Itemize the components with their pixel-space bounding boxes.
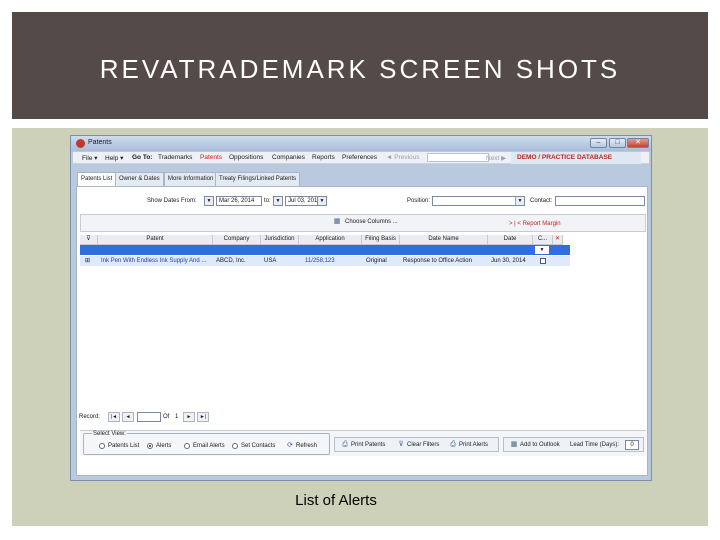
contact-select[interactable]: [555, 196, 645, 206]
col-header-application[interactable]: Application: [299, 235, 362, 245]
minimize-button[interactable]: –: [590, 138, 607, 148]
print-alerts-button[interactable]: Print Alerts: [459, 442, 488, 448]
calendar-icon: ▦: [510, 441, 518, 448]
chevron-down-icon: ▼: [515, 197, 524, 205]
cell-filing-basis: Original: [366, 258, 387, 264]
contact-label: Contact:: [530, 198, 553, 204]
print-patents-button[interactable]: Print Patents: [351, 442, 385, 448]
next-record-button[interactable]: ►: [183, 412, 195, 422]
slide-caption: List of Alerts: [295, 492, 377, 509]
col-header-jurisdiction[interactable]: Jurisdiction: [261, 235, 299, 245]
menu-file[interactable]: File ▾: [82, 154, 98, 162]
cell-application[interactable]: 11/258,123: [305, 256, 360, 266]
radio-set-contacts-label[interactable]: Set Contacts: [241, 443, 275, 449]
col-header-patent[interactable]: Patent: [98, 235, 213, 245]
select-view-group: Select View: Patents List Alerts Email A…: [83, 431, 330, 455]
expand-icon[interactable]: ⊞: [85, 256, 93, 266]
tab-owner-dates[interactable]: Owner & Dates: [115, 172, 164, 186]
to-date-left-button[interactable]: ▼: [273, 196, 283, 206]
row-checkbox[interactable]: [540, 258, 546, 264]
tab-more-information[interactable]: More Information: [164, 172, 218, 186]
record-of-label: Of: [163, 414, 170, 420]
tab-treaty-filings[interactable]: Treaty Filings/Linked Patents: [215, 172, 301, 186]
menu-trademarks[interactable]: Trademarks: [158, 154, 192, 161]
cell-date: Jun 30, 2014: [491, 258, 526, 264]
filter-row[interactable]: ▼: [80, 245, 570, 255]
refresh-icon: ⟳: [287, 442, 293, 449]
menu-next[interactable]: Next ▶: [486, 154, 506, 162]
close-button[interactable]: ✕: [627, 138, 649, 148]
radio-alerts[interactable]: [147, 443, 153, 449]
col-header-date-name[interactable]: Date Name: [400, 235, 488, 245]
refresh-button[interactable]: Refresh: [296, 443, 317, 449]
col-header-c[interactable]: C...: [533, 235, 553, 245]
to-date-dropdown[interactable]: ▼: [317, 196, 327, 206]
maximize-button[interactable]: □: [609, 138, 626, 148]
filter-icon-header[interactable]: ⊽: [80, 235, 98, 245]
show-dates-from-label: Show Dates From:: [147, 198, 197, 204]
print-actions-group: ⎙ Print Patents ⊽ Clear Filters ⎙ Print …: [334, 437, 499, 452]
menu-oppositions[interactable]: Oppositions: [229, 154, 263, 161]
print-alerts-icon: ⎙: [450, 441, 456, 448]
record-label: Record:: [79, 414, 101, 420]
menu-previous[interactable]: ◄ Previous: [386, 154, 420, 161]
from-date-dropdown[interactable]: ▼: [204, 196, 214, 206]
tab-patents-list[interactable]: Patents List: [77, 172, 117, 186]
slide-title: REVATRADEMARK SCREEN SHOTS: [99, 54, 621, 84]
cell-jurisdiction: USA: [264, 258, 277, 264]
slide: REVATRADEMARK SCREEN SHOTS Patents – □ ✕…: [0, 0, 720, 540]
filter-dropdown[interactable]: ▼: [535, 246, 549, 254]
lead-time-field[interactable]: 0: [625, 440, 639, 450]
record-total: 1: [175, 414, 179, 420]
record-number-field[interactable]: [137, 412, 161, 422]
cell-date-name: Response to Office Action: [403, 258, 472, 264]
menu-patents[interactable]: Patents: [200, 154, 222, 161]
first-record-button[interactable]: |◄: [108, 412, 120, 422]
radio-patents-list-label[interactable]: Patents List: [108, 443, 139, 449]
radio-patents-list[interactable]: [99, 443, 105, 449]
last-record-button[interactable]: ►|: [197, 412, 209, 422]
col-header-date[interactable]: Date: [488, 235, 533, 245]
choose-columns-bar: ▦ Choose Columns ... > | < Report Margin: [80, 214, 646, 232]
prev-record-button[interactable]: ◄: [122, 412, 134, 422]
clear-filters-button[interactable]: Clear Filters: [407, 442, 439, 448]
app-window: Patents – □ ✕ File ▾ Help ▾ Go To: Trade…: [70, 135, 652, 481]
cell-patent[interactable]: Ink Pen With Endless Ink Supply And ...: [101, 256, 213, 266]
menu-reports[interactable]: Reports: [312, 154, 335, 161]
radio-alerts-label[interactable]: Alerts: [156, 443, 171, 449]
col-header-filing-basis[interactable]: Filing Basis: [362, 235, 400, 245]
add-to-outlook-button[interactable]: Add to Outlook: [520, 442, 560, 448]
menu-help[interactable]: Help ▾: [105, 154, 123, 162]
choose-columns-button[interactable]: Choose Columns ...: [345, 219, 398, 225]
cell-company: ABCD, Inc.: [216, 258, 246, 264]
bottom-toolbar: Select View: Patents List Alerts Email A…: [80, 430, 646, 456]
from-date-field[interactable]: Mar 26, 2014: [216, 196, 262, 206]
app-icon: [76, 139, 85, 148]
menu-companies[interactable]: Companies: [272, 154, 305, 161]
menu-goto-label: Go To:: [132, 154, 153, 161]
lead-time-label: Lead Time (Days):: [570, 442, 620, 448]
radio-set-contacts[interactable]: [232, 443, 238, 449]
radio-email-alerts[interactable]: [184, 443, 190, 449]
printer-icon: ⎙: [342, 441, 348, 448]
outlook-group: ▦ Add to Outlook Lead Time (Days): 0: [503, 437, 644, 452]
window-title: Patents: [88, 139, 112, 146]
menu-preferences[interactable]: Preferences: [342, 154, 377, 161]
main-panel: Show Dates From: ▼ Mar 26, 2014 to: ▼ Ju…: [76, 186, 648, 476]
col-header-company[interactable]: Company: [213, 235, 261, 245]
menu-search-box[interactable]: [427, 153, 489, 162]
filter-clear-icon: ⊽: [398, 441, 404, 448]
position-label: Position:: [407, 198, 431, 204]
demo-database-label: DEMO / PRACTICE DATABASE: [517, 154, 613, 161]
radio-email-alerts-label[interactable]: Email Alerts: [193, 443, 225, 449]
report-margin-label[interactable]: > | < Report Margin: [509, 221, 561, 227]
clear-filter-icon[interactable]: ✕: [553, 235, 563, 245]
to-label: to:: [264, 198, 271, 204]
columns-icon: ▦: [333, 218, 341, 225]
window-titlebar[interactable]: Patents – □ ✕: [71, 136, 651, 151]
menu-bar: File ▾ Help ▾ Go To: Trademarks Patents …: [73, 152, 649, 164]
alerts-grid: ⊽ Patent Company Jurisdiction Applicatio…: [80, 235, 570, 281]
select-view-label: Select View:: [92, 431, 127, 437]
position-select[interactable]: ▼: [432, 196, 525, 206]
